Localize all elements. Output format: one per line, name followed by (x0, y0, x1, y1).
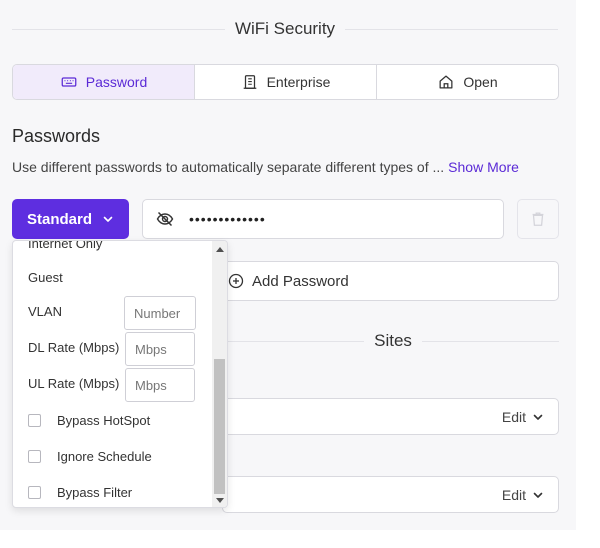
scrollbar-thumb[interactable] (214, 359, 225, 494)
tab-enterprise[interactable]: Enterprise (195, 65, 377, 99)
tab-password-label: Password (85, 74, 148, 90)
bypass-hotspot-label: Bypass HotSpot (57, 413, 151, 428)
site-edit-row[interactable]: Edit (222, 476, 559, 513)
keyboard-icon (61, 77, 77, 87)
building-icon (243, 75, 256, 89)
wifi-security-title: WiFi Security (234, 19, 336, 38)
password-type-dropdown-menu: Internet Only Guest VLAN Number DL Rate … (12, 240, 228, 508)
option-internet-only[interactable]: Internet Only (28, 241, 102, 251)
home-icon (439, 75, 453, 89)
passwords-title: Passwords (12, 126, 101, 146)
scroll-down-arrow-icon[interactable] (216, 498, 224, 503)
scroll-up-arrow-icon[interactable] (216, 247, 224, 252)
ul-rate-input[interactable]: Mbps (125, 368, 195, 402)
vlan-label: VLAN (28, 304, 62, 319)
sites-title: Sites (374, 331, 412, 350)
password-type-label: Standard (26, 210, 92, 228)
vlan-input[interactable]: Number (124, 296, 196, 330)
password-type-dropdown-button[interactable]: Standard (12, 199, 129, 239)
edit-label: Edit (501, 408, 526, 425)
tab-open-label: Open (463, 74, 498, 90)
delete-password-button[interactable] (517, 199, 559, 239)
show-more-link[interactable]: Show More (448, 159, 519, 175)
chevron-down-icon (533, 492, 543, 498)
tab-open[interactable]: Open (377, 65, 558, 99)
description-text: Use different passwords to automatically… (12, 159, 445, 175)
divider (421, 340, 560, 342)
passwords-description: Use different passwords to automatically… (12, 159, 519, 175)
ignore-schedule-checkbox[interactable]: Ignore Schedule (28, 449, 152, 464)
dl-rate-input[interactable]: Mbps (125, 332, 195, 366)
security-type-selector: Password Enterprise Open (12, 64, 559, 100)
dropdown-content: Internet Only Guest VLAN Number DL Rate … (13, 241, 213, 507)
edit-label: Edit (501, 486, 526, 503)
checkbox[interactable] (28, 450, 41, 463)
add-password-label: Add Password (252, 272, 349, 290)
sites-heading: Sites (227, 326, 560, 356)
bypass-filter-label: Bypass Filter (57, 485, 133, 500)
ul-rate-label: UL Rate (Mbps) (28, 376, 120, 391)
dl-rate-label: DL Rate (Mbps) (28, 340, 120, 355)
divider (227, 340, 365, 342)
dropdown-scrollbar[interactable] (212, 241, 227, 507)
option-guest[interactable]: Guest (28, 270, 63, 285)
site-edit-row[interactable]: Edit (222, 398, 559, 435)
tab-enterprise-label: Enterprise (266, 74, 331, 90)
password-value: ••••••••••••• (189, 211, 266, 227)
bypass-hotspot-checkbox[interactable]: Bypass HotSpot (28, 413, 150, 428)
eye-off-icon[interactable] (155, 209, 175, 229)
plus-circle-icon (228, 273, 244, 289)
tab-password[interactable]: Password (13, 65, 195, 99)
divider (12, 28, 225, 30)
chevron-down-icon (103, 216, 113, 222)
wifi-security-heading: WiFi Security (12, 12, 558, 46)
password-input[interactable]: ••••••••••••• (142, 199, 504, 239)
divider (345, 28, 558, 30)
checkbox[interactable] (28, 414, 41, 427)
checkbox[interactable] (28, 486, 41, 499)
chevron-down-icon (533, 414, 543, 420)
bypass-filter-checkbox[interactable]: Bypass Filter (28, 485, 132, 500)
trash-icon (532, 212, 544, 226)
ignore-schedule-label: Ignore Schedule (57, 449, 152, 464)
